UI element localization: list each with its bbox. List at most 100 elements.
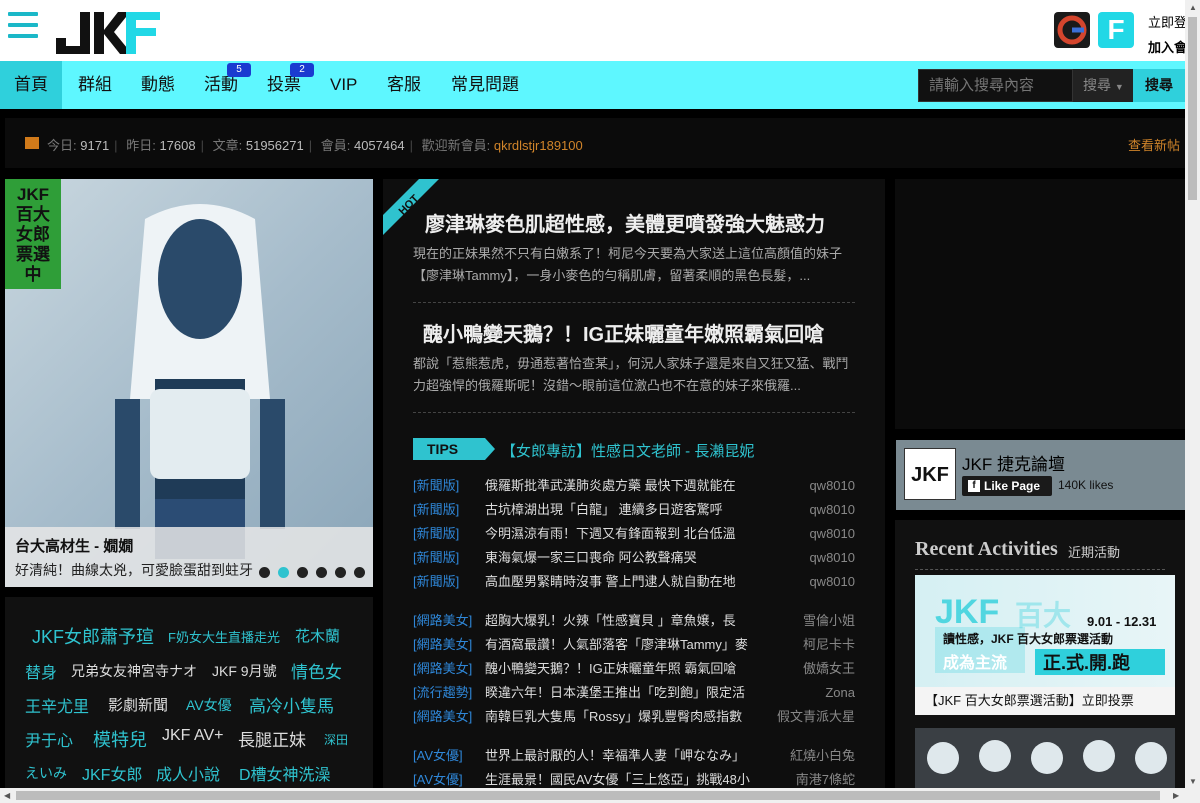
news-author[interactable]: Zona <box>825 683 855 703</box>
news-author[interactable]: qw8010 <box>809 548 855 568</box>
news-row[interactable]: [網路美女] 南韓巨乳大隻馬「Rossy」爆乳豐臀肉感指數 假文青派大星 <box>413 707 858 727</box>
menu-icon[interactable] <box>8 12 38 38</box>
slider-dot[interactable] <box>259 567 270 578</box>
tag-link[interactable]: JKF女郎蕭予瑄 <box>32 623 154 649</box>
tag-link[interactable]: えいみ <box>25 763 67 783</box>
slider-dot[interactable] <box>316 567 327 578</box>
facebook-page-widget[interactable]: JKF JKF 捷克論壇 f Like Page 140K likes <box>896 440 1185 510</box>
tips-link[interactable]: 【女郎專訪】性感日文老師 - 長瀨昆妮 <box>501 440 754 461</box>
tag-link[interactable]: 王辛尤里 <box>25 693 89 717</box>
news-title[interactable]: 世界上最討厭的人！幸福準人妻「岬ななみ」 <box>485 746 765 766</box>
vertical-scroll-thumb[interactable] <box>1188 17 1197 200</box>
scroll-right-icon[interactable]: ▶ <box>1173 791 1179 800</box>
jkf-logo[interactable] <box>54 8 162 54</box>
tag-link[interactable]: 替身 <box>25 659 57 683</box>
news-category[interactable]: [AV女優] <box>413 746 463 766</box>
news-row[interactable]: [網路美女] 醜小鴨變天鵝？！IG正妹曬童年照 霸氣回嗆 傲嬌女王 <box>413 659 858 679</box>
news-row[interactable]: [AV女優] 世界上最討厭的人！幸福準人妻「岬ななみ」 紅燒小白兔 <box>413 746 858 766</box>
tag-link[interactable]: 影劇新聞 <box>108 694 168 715</box>
news-title[interactable]: 有酒窩最讚！人氣部落客「廖津琳Tammy」麥 <box>485 635 765 655</box>
news-row[interactable]: [新聞版] 古坑樟湖出現「白龍」 連續多日遊客驚呼 qw8010 <box>413 500 858 520</box>
scroll-left-icon[interactable]: ◀ <box>4 791 10 800</box>
news-title[interactable]: 生涯最景！國民AV女優「三上悠亞」挑戰48小 <box>485 770 765 790</box>
banner-caption[interactable]: 【JKF 百大女郎票選活動】立即投票 <box>915 687 1175 715</box>
slider-dot-active[interactable] <box>278 567 289 578</box>
slider-dot[interactable] <box>335 567 346 578</box>
news-author[interactable]: qw8010 <box>809 524 855 544</box>
news-category[interactable]: [新聞版] <box>413 476 459 496</box>
slider-dot[interactable] <box>354 567 365 578</box>
tag-link[interactable]: 成人小說 <box>156 761 220 785</box>
tag-link[interactable]: JKF女郎 <box>82 761 142 785</box>
tag-link[interactable]: 尹于心 <box>25 727 73 751</box>
news-author[interactable]: 假文青派大星 <box>777 707 855 727</box>
tag-link[interactable]: 長腿正妹 <box>238 726 306 751</box>
slider-dot[interactable] <box>297 567 308 578</box>
f-icon[interactable]: F <box>1098 12 1134 48</box>
news-title[interactable]: 睽違六年！日本漢堡王推出「吃到飽」限定活 <box>485 683 765 703</box>
news-row[interactable]: [網路美女] 有酒窩最讚！人氣部落客「廖津琳Tammy」麥 柯尼卡卡 <box>413 635 858 655</box>
news-category[interactable]: [新聞版] <box>413 500 459 520</box>
tag-link[interactable]: 深田 <box>324 731 348 748</box>
nav-vip[interactable]: VIP <box>330 61 357 109</box>
tag-link[interactable]: F奶女大生直播走光 <box>168 627 280 646</box>
news-category[interactable]: [網路美女] <box>413 635 472 655</box>
news-author[interactable]: 南港7條蛇 <box>796 770 855 790</box>
view-new-posts-link[interactable]: 查看新帖 <box>1128 135 1180 154</box>
nav-groups[interactable]: 群組 <box>78 61 112 109</box>
news-title[interactable]: 俄羅斯批準武漢肺炎處方藥 最快下週就能在 <box>485 476 765 496</box>
tag-link[interactable]: 兄弟女友神宮寺ナオ <box>71 661 197 681</box>
news-category[interactable]: [新聞版] <box>413 524 459 544</box>
news-author[interactable]: qw8010 <box>809 500 855 520</box>
tag-link[interactable]: 花木蘭 <box>295 625 340 646</box>
news-title[interactable]: 高血壓男緊睛時沒事 警上門逮人就自動在地 <box>485 572 765 592</box>
nav-home[interactable]: 首頁 <box>0 61 62 109</box>
fb-like-button[interactable]: f Like Page <box>962 476 1052 496</box>
news-author[interactable]: 傲嬌女王 <box>803 659 855 679</box>
news-title[interactable]: 超胸大爆乳！火辣「性感寶貝 」章魚嬢，長 <box>485 611 765 631</box>
news-author[interactable]: qw8010 <box>809 476 855 496</box>
tag-link[interactable]: 模特兒 <box>93 726 147 752</box>
horizontal-scroll-thumb[interactable] <box>16 791 1160 800</box>
hero-slider[interactable]: JKF 百大 女郎 票選中 台大高材生 - 嫺嫺 好清純！曲線太兇，可愛臉蛋甜到… <box>5 179 373 587</box>
login-link[interactable]: 立即登 <box>1148 12 1187 31</box>
tag-link[interactable]: AV女優 <box>186 695 232 715</box>
search-input[interactable] <box>918 69 1073 102</box>
news-row[interactable]: [新聞版] 俄羅斯批準武漢肺炎處方藥 最快下週就能在 qw8010 <box>413 476 858 496</box>
tag-link[interactable]: 情色女 <box>291 658 342 683</box>
news-title[interactable]: 東海氣爆一家三口喪命 阿公教聲痛哭 <box>485 548 765 568</box>
news-category[interactable]: [新聞版] <box>413 548 459 568</box>
news-row[interactable]: [新聞版] 今明濕涼有雨！下週又有鋒面報到 北台低溫 qw8010 <box>413 524 858 544</box>
activity-banner[interactable]: JKF 百大 9.01 - 12.31 讀性感，JKF 百大女郎票選活動 成為主… <box>915 575 1175 715</box>
news-row[interactable]: [AV女優] 生涯最景！國民AV女優「三上悠亞」挑戰48小 南港7條蛇 <box>413 770 858 790</box>
tag-link[interactable]: JKF 9月號 <box>212 661 277 681</box>
news-category[interactable]: [網路美女] <box>413 659 472 679</box>
tag-link[interactable]: D槽女神洗澡 <box>239 761 331 785</box>
scroll-up-icon[interactable]: ▲ <box>1189 3 1197 12</box>
news-category[interactable]: [網路美女] <box>413 707 472 727</box>
news-author[interactable]: qw8010 <box>809 572 855 592</box>
join-link[interactable]: 加入會 <box>1148 37 1187 56</box>
news-title[interactable]: 南韓巨乳大隻馬「Rossy」爆乳豐臀肉感指數 <box>485 707 765 727</box>
tag-link[interactable]: 高冷小隻馬 <box>249 692 334 717</box>
news-title[interactable]: 今明濕涼有雨！下週又有鋒面報到 北台低溫 <box>485 524 765 544</box>
nav-faq[interactable]: 常見問題 <box>451 61 519 109</box>
news-title[interactable]: 古坑樟湖出現「白龍」 連續多日遊客驚呼 <box>485 500 765 520</box>
news-row[interactable]: [流行趨勢] 睽違六年！日本漢堡王推出「吃到飽」限定活 Zona <box>413 683 858 703</box>
tag-link[interactable]: JKF AV+ <box>162 727 224 745</box>
search-button[interactable]: 搜尋 <box>1133 69 1185 102</box>
search-type-select[interactable]: 搜尋 ▼ <box>1073 69 1133 102</box>
news-category[interactable]: [網路美女] <box>413 611 472 631</box>
news-row[interactable]: [網路美女] 超胸大爆乳！火辣「性感寶貝 」章魚嬢，長 雪倫小姐 <box>413 611 858 631</box>
news-row[interactable]: [新聞版] 東海氣爆一家三口喪命 阿公教聲痛哭 qw8010 <box>413 548 858 568</box>
news-row[interactable]: [新聞版] 高血壓男緊睛時沒事 警上門逮人就自動在地 qw8010 <box>413 572 858 592</box>
article-title[interactable]: 廖津琳麥色肌超性感，美體更噴發強大魅惑力 <box>425 208 825 237</box>
news-category[interactable]: [AV女優] <box>413 770 463 790</box>
news-author[interactable]: 柯尼卡卡 <box>803 635 855 655</box>
g-icon[interactable] <box>1054 12 1090 48</box>
news-category[interactable]: [新聞版] <box>413 572 459 592</box>
fb-page-name[interactable]: JKF 捷克論壇 <box>962 450 1065 475</box>
new-member-link[interactable]: qkrdlstjr189100 <box>494 138 583 153</box>
nav-feed[interactable]: 動態 <box>141 61 175 109</box>
news-author[interactable]: 紅燒小白兔 <box>790 746 855 766</box>
